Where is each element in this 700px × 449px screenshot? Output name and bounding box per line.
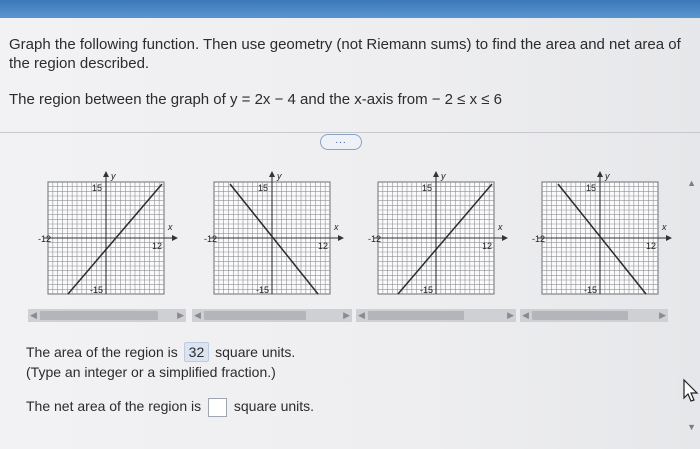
area-answer-input[interactable]: 32 [183, 342, 210, 362]
scroll-thumb[interactable] [204, 311, 306, 320]
graph-choice-d[interactable]: y x 15 -15 -12 12 [532, 166, 682, 306]
question-instruction: Graph the following function. Then use g… [9, 36, 681, 72]
scroll-thumb[interactable] [532, 311, 628, 320]
tick-label-right: 12 [152, 241, 162, 251]
scroll-left-icon[interactable]: ◀ [522, 310, 529, 321]
y-axis-arrow-icon [103, 171, 109, 177]
browser-top-strip [0, 0, 700, 18]
graph-scrollbar-a[interactable]: ◀ ▶ [28, 309, 186, 322]
question-page: Graph the following function. Then use g… [0, 18, 700, 449]
scroll-right-icon[interactable]: ▶ [177, 310, 184, 321]
scroll-left-icon[interactable]: ◀ [30, 310, 37, 321]
area-prefix: The area of the region is [26, 344, 178, 360]
scroll-thumb[interactable] [40, 311, 158, 320]
scroll-right-icon[interactable]: ▶ [659, 310, 666, 321]
graph-scrollbar-d[interactable]: ◀ ▶ [520, 309, 668, 322]
tick-label-right: 12 [482, 241, 492, 251]
answer-hint: (Type an integer or a simplified fractio… [26, 364, 276, 380]
graph-choice-c[interactable]: y x 15 -15 -12 12 [368, 166, 518, 306]
graph-svg: y x 15 -15 -12 12 [38, 171, 178, 295]
tick-label-left: -12 [368, 234, 381, 244]
tick-label-top: 15 [92, 183, 102, 193]
tick-label-bottom: -15 [420, 285, 433, 295]
x-axis-arrow-icon [172, 235, 178, 241]
question-region: The region between the graph of y = 2x −… [9, 91, 502, 108]
tick-label-left: -12 [532, 234, 545, 244]
x-axis-arrow-icon [338, 235, 344, 241]
divider [0, 132, 700, 133]
graph-choice-a[interactable]: y x 15 -15 -12 12 [38, 166, 188, 306]
y-axis-arrow-icon [269, 171, 275, 177]
y-axis-label: y [110, 171, 116, 181]
x-axis-label: x [167, 222, 173, 232]
net-area-answer-input[interactable] [208, 398, 227, 417]
x-axis-label: x [497, 222, 503, 232]
y-axis-label: y [276, 171, 282, 181]
tick-label-right: 12 [646, 241, 656, 251]
area-answer-line: The area of the region is 32 square unit… [26, 342, 295, 362]
more-button[interactable]: ... [320, 134, 362, 150]
net-area-suffix: square units. [233, 398, 315, 415]
net-area-answer-line: The net area of the region is square uni… [26, 398, 314, 417]
y-axis-arrow-icon [433, 171, 439, 177]
scroll-left-icon[interactable]: ◀ [358, 310, 365, 321]
scroll-right-icon[interactable]: ▶ [343, 310, 350, 321]
y-axis-arrow-icon [597, 171, 603, 177]
tick-label-bottom: -15 [90, 285, 103, 295]
area-suffix: square units. [215, 344, 296, 360]
scroll-up-icon[interactable]: ▲ [687, 178, 696, 188]
mouse-cursor-icon [678, 376, 700, 406]
x-axis-label: x [333, 222, 339, 232]
y-axis-label: y [440, 171, 446, 181]
tick-label-top: 15 [422, 183, 432, 193]
tick-label-right: 12 [318, 241, 328, 251]
x-axis-label: x [661, 222, 667, 232]
tick-label-left: -12 [38, 234, 51, 244]
tick-label-bottom: -15 [256, 285, 269, 295]
scroll-left-icon[interactable]: ◀ [194, 310, 201, 321]
x-axis-arrow-icon [666, 235, 672, 241]
graph-svg: y x 15 -15 -12 12 [532, 171, 672, 295]
net-area-prefix: The net area of the region is [26, 398, 202, 415]
scroll-down-icon[interactable]: ▼ [687, 422, 696, 432]
tick-label-top: 15 [586, 183, 596, 193]
scroll-right-icon[interactable]: ▶ [507, 310, 514, 321]
x-axis-arrow-icon [502, 235, 508, 241]
graph-scrollbar-c[interactable]: ◀ ▶ [356, 309, 516, 322]
scroll-thumb[interactable] [368, 311, 464, 320]
graph-choice-b[interactable]: y x 15 -15 -12 12 [204, 166, 354, 306]
graph-scrollbar-b[interactable]: ◀ ▶ [192, 309, 352, 322]
y-axis-label: y [604, 171, 610, 181]
tick-label-left: -12 [204, 234, 217, 244]
tick-label-bottom: -15 [584, 285, 597, 295]
graph-svg: y x 15 -15 -12 12 [368, 171, 508, 295]
graph-svg: y x 15 -15 -12 12 [204, 171, 344, 295]
tick-label-top: 15 [258, 183, 268, 193]
